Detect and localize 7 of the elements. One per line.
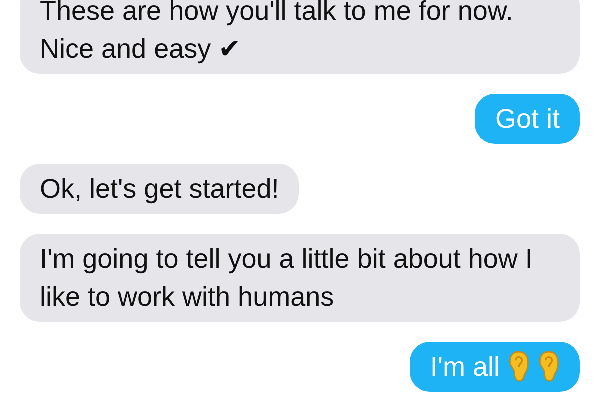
sent-message: Got it [475, 94, 580, 144]
ear-icon [508, 351, 530, 383]
received-message: Ok, let's get started! [20, 164, 300, 214]
sent-message: I'm all [410, 342, 580, 392]
ear-icon [538, 351, 560, 383]
received-message: These are how you'll talk to me for now. Nice and easy ✔ [20, 0, 580, 74]
received-message: I'm going to tell you a little bit about how I like to work with humans [20, 234, 580, 322]
